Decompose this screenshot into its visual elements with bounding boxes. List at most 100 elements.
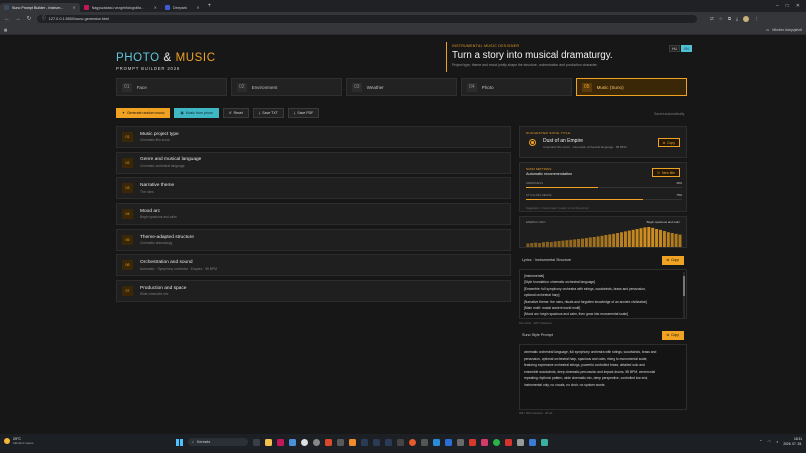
section-production[interactable]: 07 Production and space Wide cinematic mi… xyxy=(116,280,511,303)
energy-bar xyxy=(631,229,635,247)
weather-widget[interactable]: 29°C Időnként napos xyxy=(4,437,34,445)
tab-close-icon[interactable]: ✕ xyxy=(196,5,199,10)
back-icon[interactable]: ← xyxy=(4,16,10,22)
app-icon[interactable] xyxy=(349,438,356,446)
settings-gear-icon[interactable] xyxy=(517,438,524,446)
app-icon[interactable] xyxy=(313,438,320,446)
music-from-photo-button[interactable]: ▣ Music from photo xyxy=(174,108,219,118)
lang-en-button[interactable]: EN xyxy=(681,45,692,52)
section-index: 05 xyxy=(122,234,133,245)
task-view-icon[interactable] xyxy=(253,438,260,446)
vscode-icon[interactable] xyxy=(445,438,452,446)
app-icon[interactable] xyxy=(361,438,368,446)
download-icon[interactable]: ⤓ xyxy=(736,16,738,22)
forward-icon[interactable]: → xyxy=(15,16,21,22)
weather-desc: Időnként napos xyxy=(13,441,34,445)
section-orchestration[interactable]: 06 Orchestration and sound Automatic · Sy… xyxy=(116,254,511,277)
tab-label: Deepsek xyxy=(173,5,188,10)
windows-start-icon[interactable] xyxy=(176,438,183,446)
profile-avatar[interactable] xyxy=(743,15,750,22)
app-icon[interactable] xyxy=(337,438,344,446)
all-bookmarks[interactable]: ▭ Minden könyvjelző xyxy=(766,28,802,32)
menu-kebab-icon[interactable]: ⋮ xyxy=(754,16,759,22)
tab-face[interactable]: 01 Face xyxy=(116,78,227,96)
site-info-icon[interactable]: ⓘ xyxy=(42,16,46,21)
download-icon: ⤓ xyxy=(258,111,261,115)
lang-hu-button[interactable]: HU xyxy=(669,45,680,52)
system-clock[interactable]: 18:31 2026. 07. 28. xyxy=(783,437,802,446)
app-icon[interactable] xyxy=(397,438,404,446)
save-pdf-button[interactable]: ⤓ Save PDF xyxy=(287,108,320,118)
app-icon[interactable] xyxy=(433,438,440,446)
settings-note: Suggestion: in Suno, leave ‘Custom’ on f… xyxy=(526,207,589,210)
copy-icon: ⧉ xyxy=(666,258,670,262)
copy-icon: ⧉ xyxy=(662,140,666,145)
app-icon[interactable] xyxy=(325,438,332,446)
lyrics-textarea[interactable]: [Instrumental] [Style foundation: cinema… xyxy=(519,269,687,319)
apps-grid-icon[interactable]: ▦ xyxy=(4,28,7,32)
extension-icon[interactable]: ⧉ xyxy=(728,16,731,22)
browser-tab-deepsek[interactable]: Deepsek ✕ xyxy=(161,3,204,12)
app-icon[interactable] xyxy=(457,438,464,446)
section-genre[interactable]: 02 Genre and musical language Cinematic o… xyxy=(116,151,511,174)
energy-bar xyxy=(604,235,608,247)
style-prompt-textarea[interactable]: cinematic orchestral language, full symp… xyxy=(519,344,687,410)
weirdness-label: WEIRDNESS xyxy=(526,181,543,185)
section-project-type[interactable]: 01 Music project type Cinematic film scor… xyxy=(116,126,511,148)
tab-weather[interactable]: 03 Weather xyxy=(346,78,457,96)
app-icon[interactable] xyxy=(481,438,488,446)
section-narrative-theme[interactable]: 03 Narrative theme The ruins xyxy=(116,177,511,200)
step-tabs: 01 Face 02 Environment 03 Weather 04 Pho… xyxy=(116,78,687,96)
url-input[interactable]: ⓘ 127.0.0.1:5500/suno-generator.html xyxy=(37,14,697,23)
copy-title-button[interactable]: ⧉ Copy xyxy=(657,138,680,147)
app-icon[interactable] xyxy=(529,438,536,446)
section-value: The ruins xyxy=(140,189,154,194)
tab-environment[interactable]: 02 Environment xyxy=(231,78,342,96)
generate-random-music-button[interactable]: ✦ Generate random music xyxy=(116,108,171,118)
app-icon[interactable] xyxy=(289,438,296,446)
app-icon[interactable] xyxy=(421,438,428,446)
copy-style-button[interactable]: ⧉ Copy xyxy=(661,330,684,340)
reload-icon[interactable]: ↻ xyxy=(26,16,32,22)
tab-close-icon[interactable]: ✕ xyxy=(72,5,75,10)
save-txt-button[interactable]: ⤓ Save TXT xyxy=(252,108,284,118)
copy-lyrics-button[interactable]: ⧉ Copy xyxy=(661,255,684,265)
brand-block: PHOTO & MUSIC PROMPT BUILDER 2026 xyxy=(116,52,216,71)
new-title-button[interactable]: ↻ New title xyxy=(652,168,680,177)
section-structure[interactable]: 05 Theme-adapted structure Cinematic dram… xyxy=(116,228,511,251)
minimize-icon[interactable]: – xyxy=(776,3,779,9)
bookmark-star-icon[interactable]: ☆ xyxy=(719,16,723,22)
app-icon[interactable] xyxy=(373,438,380,446)
app-icon[interactable] xyxy=(469,438,476,446)
window-close-icon[interactable]: ✕ xyxy=(796,3,800,9)
lyrics-scrollbar[interactable] xyxy=(683,272,685,318)
energy-bar xyxy=(651,227,655,247)
file-explorer-icon[interactable] xyxy=(265,438,272,446)
app-icon[interactable] xyxy=(493,438,500,446)
taskbar-search[interactable]: ⌕ Keresés xyxy=(188,438,248,446)
maximize-icon[interactable]: □ xyxy=(786,3,789,9)
browser-tab-photo[interactable]: Nagyszabású vezgénfotográfia… ✕ xyxy=(80,3,161,12)
app-icon[interactable] xyxy=(385,438,392,446)
translate-icon[interactable]: ⇄ xyxy=(710,16,714,22)
section-title: Orchestration and sound xyxy=(140,260,193,266)
app-icon[interactable] xyxy=(409,438,416,446)
section-value: Cinematic dramaturgy xyxy=(140,241,173,245)
reset-button[interactable]: ↺ Reset xyxy=(222,108,249,118)
style-line: repeating rhythmic pattern, wide cinemat… xyxy=(524,376,649,381)
app-icon[interactable] xyxy=(505,438,512,446)
section-index: 06 xyxy=(122,260,133,271)
chevron-up-icon[interactable]: ⌃ xyxy=(759,439,762,444)
tab-close-icon[interactable]: ✕ xyxy=(154,5,157,10)
wifi-icon[interactable]: ◠ xyxy=(767,439,771,444)
app-icon[interactable] xyxy=(277,438,284,446)
tab-music-suno[interactable]: 05 Music (Suno) xyxy=(576,78,687,96)
chrome-icon[interactable] xyxy=(301,438,308,446)
new-tab-icon[interactable]: + xyxy=(208,3,212,9)
tab-photo[interactable]: 04 Photo xyxy=(461,78,572,96)
browser-tab-suno[interactable]: Suno Prompt Builder - Instrum... ✕ xyxy=(0,3,80,12)
section-mood-arc[interactable]: 04 Mood arc Begin spacious and calm xyxy=(116,203,511,226)
sun-icon xyxy=(4,438,10,444)
app-icon[interactable] xyxy=(541,438,548,446)
volume-icon[interactable]: ◖ xyxy=(776,439,778,444)
